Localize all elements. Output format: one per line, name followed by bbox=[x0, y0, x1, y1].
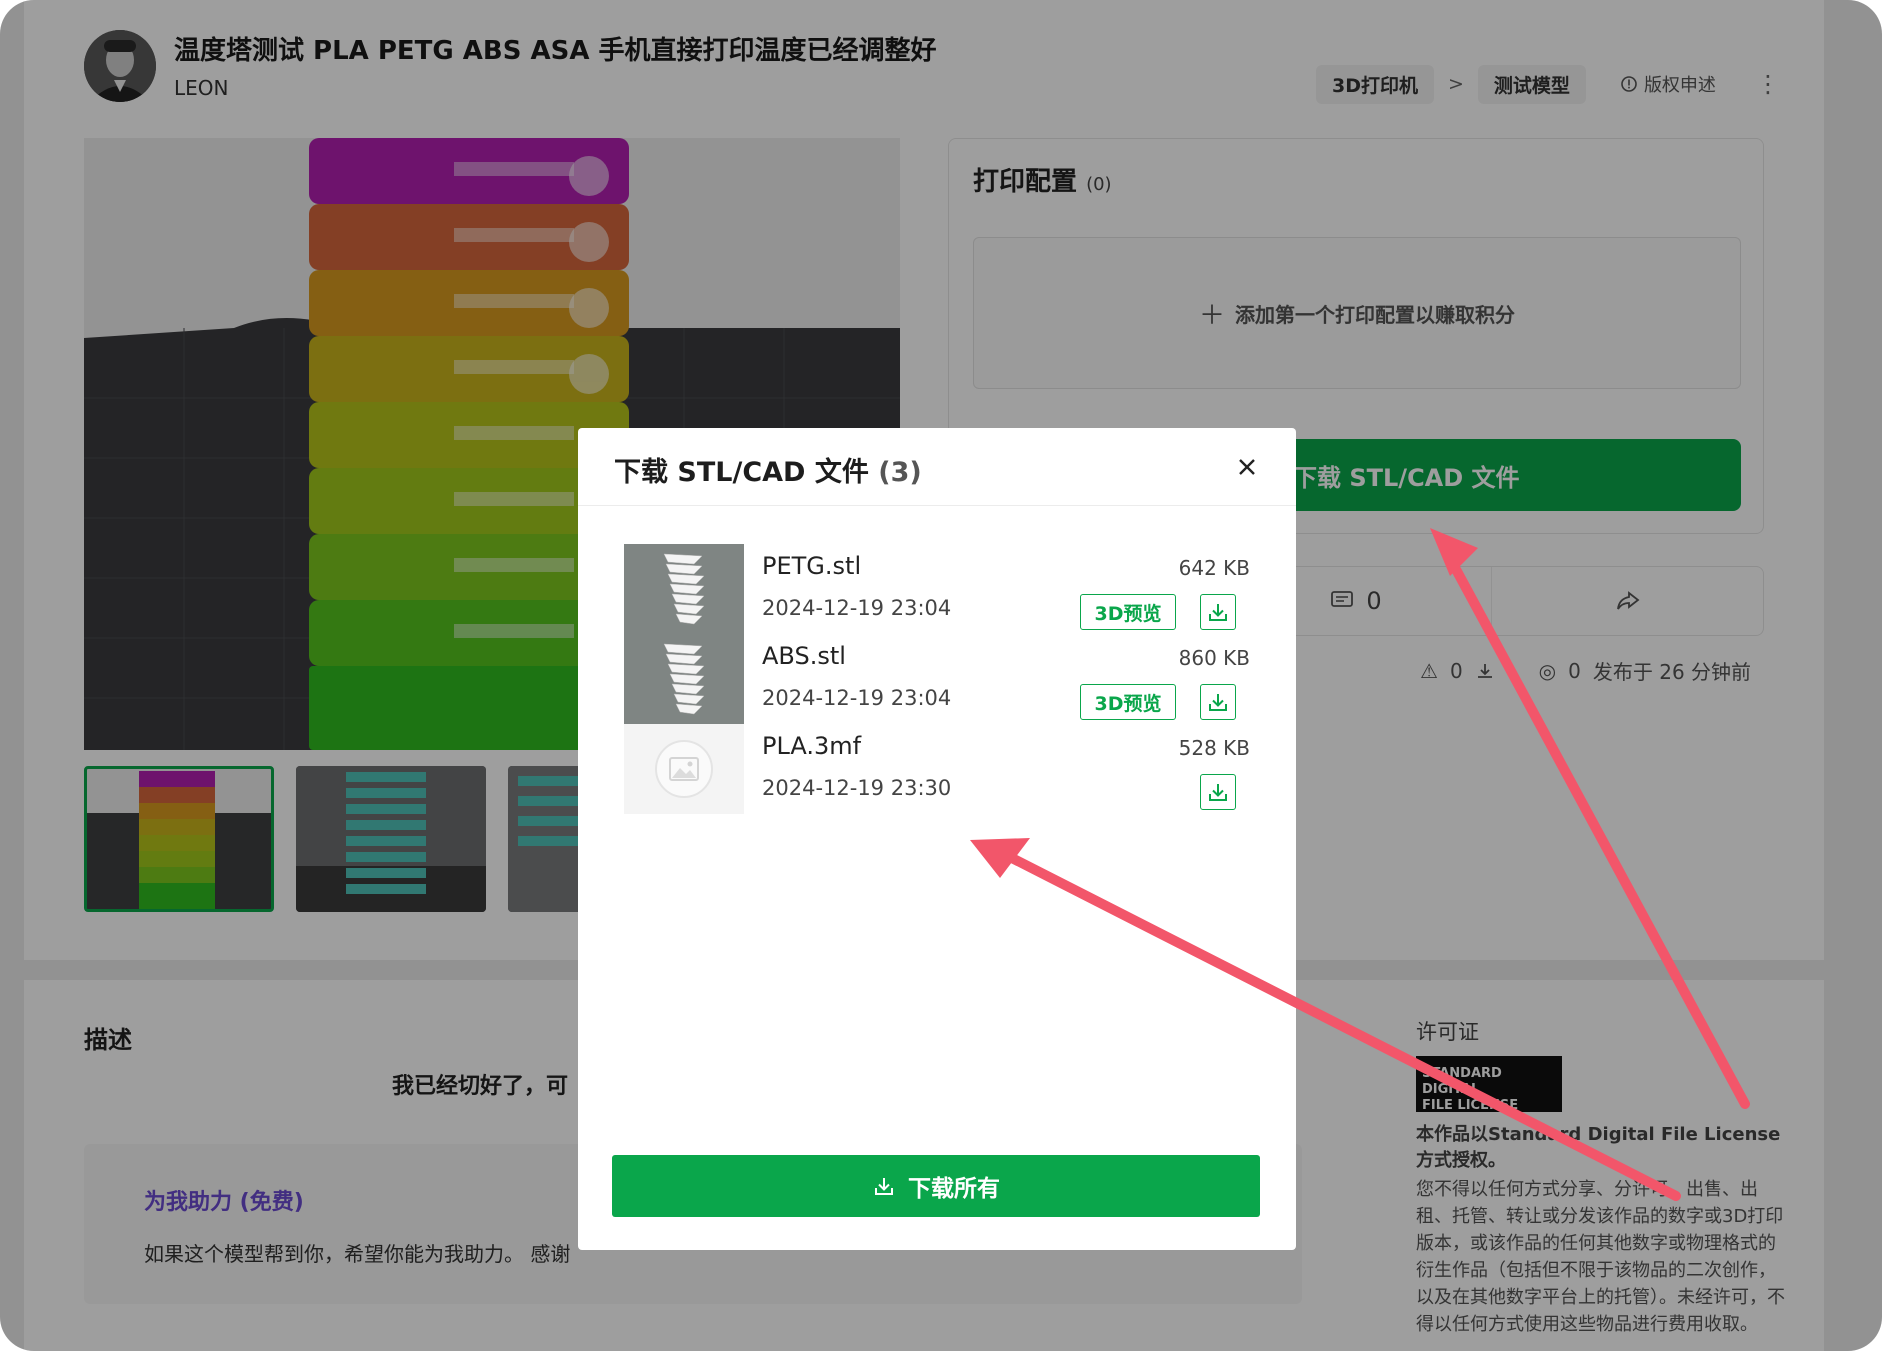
download-icon bbox=[875, 1178, 893, 1195]
download-file-button[interactable] bbox=[1200, 774, 1236, 810]
stl-model-thumbnail bbox=[624, 634, 744, 724]
modal-file-count: (3) bbox=[878, 457, 922, 488]
file-thumbnail bbox=[624, 544, 744, 634]
file-thumbnail bbox=[624, 634, 744, 724]
file-size: 528 KB bbox=[1178, 736, 1250, 760]
stl-model-thumbnail bbox=[624, 544, 744, 634]
file-date: 2024-12-19 23:30 bbox=[762, 776, 952, 800]
file-name: PETG.stl bbox=[762, 552, 862, 580]
file-size: 642 KB bbox=[1178, 556, 1250, 580]
modal-title: 下载 STL/CAD 文件 (3) bbox=[614, 450, 922, 489]
modal-title-text: 下载 STL/CAD 文件 bbox=[614, 457, 869, 488]
modal-header: 下载 STL/CAD 文件 (3) bbox=[578, 428, 1296, 506]
file-row: PLA.3mf 2024-12-19 23:30 528 KB bbox=[624, 724, 1250, 816]
file-row: PETG.stl 2024-12-19 23:04 642 KB 3D预览 bbox=[624, 544, 1250, 636]
file-thumbnail bbox=[624, 724, 744, 814]
app-window: 温度塔测试 PLA PETG ABS ASA 手机直接打印温度已经调整好 LEO… bbox=[0, 0, 1882, 1351]
close-icon[interactable] bbox=[1230, 450, 1264, 484]
preview-3d-button[interactable]: 3D预览 bbox=[1080, 594, 1176, 630]
file-date: 2024-12-19 23:04 bbox=[762, 686, 952, 710]
download-file-button[interactable] bbox=[1200, 594, 1236, 630]
file-date: 2024-12-19 23:04 bbox=[762, 596, 952, 620]
image-placeholder-icon bbox=[624, 724, 744, 814]
download-all-label: 下载所有 bbox=[908, 1176, 1000, 1202]
file-size: 860 KB bbox=[1178, 646, 1250, 670]
download-icon bbox=[1209, 604, 1227, 621]
download-file-button[interactable] bbox=[1200, 684, 1236, 720]
preview-3d-button[interactable]: 3D预览 bbox=[1080, 684, 1176, 720]
file-row: ABS.stl 2024-12-19 23:04 860 KB 3D预览 bbox=[624, 634, 1250, 726]
file-name: PLA.3mf bbox=[762, 732, 862, 760]
close-x-glyph bbox=[1239, 459, 1255, 475]
download-icon bbox=[1209, 784, 1227, 801]
download-files-modal: 下载 STL/CAD 文件 (3) PETG.stl 2024-12-19 23… bbox=[578, 428, 1296, 1250]
download-icon bbox=[1209, 694, 1227, 711]
download-all-button[interactable]: 下载所有 bbox=[612, 1155, 1260, 1217]
file-name: ABS.stl bbox=[762, 642, 846, 670]
